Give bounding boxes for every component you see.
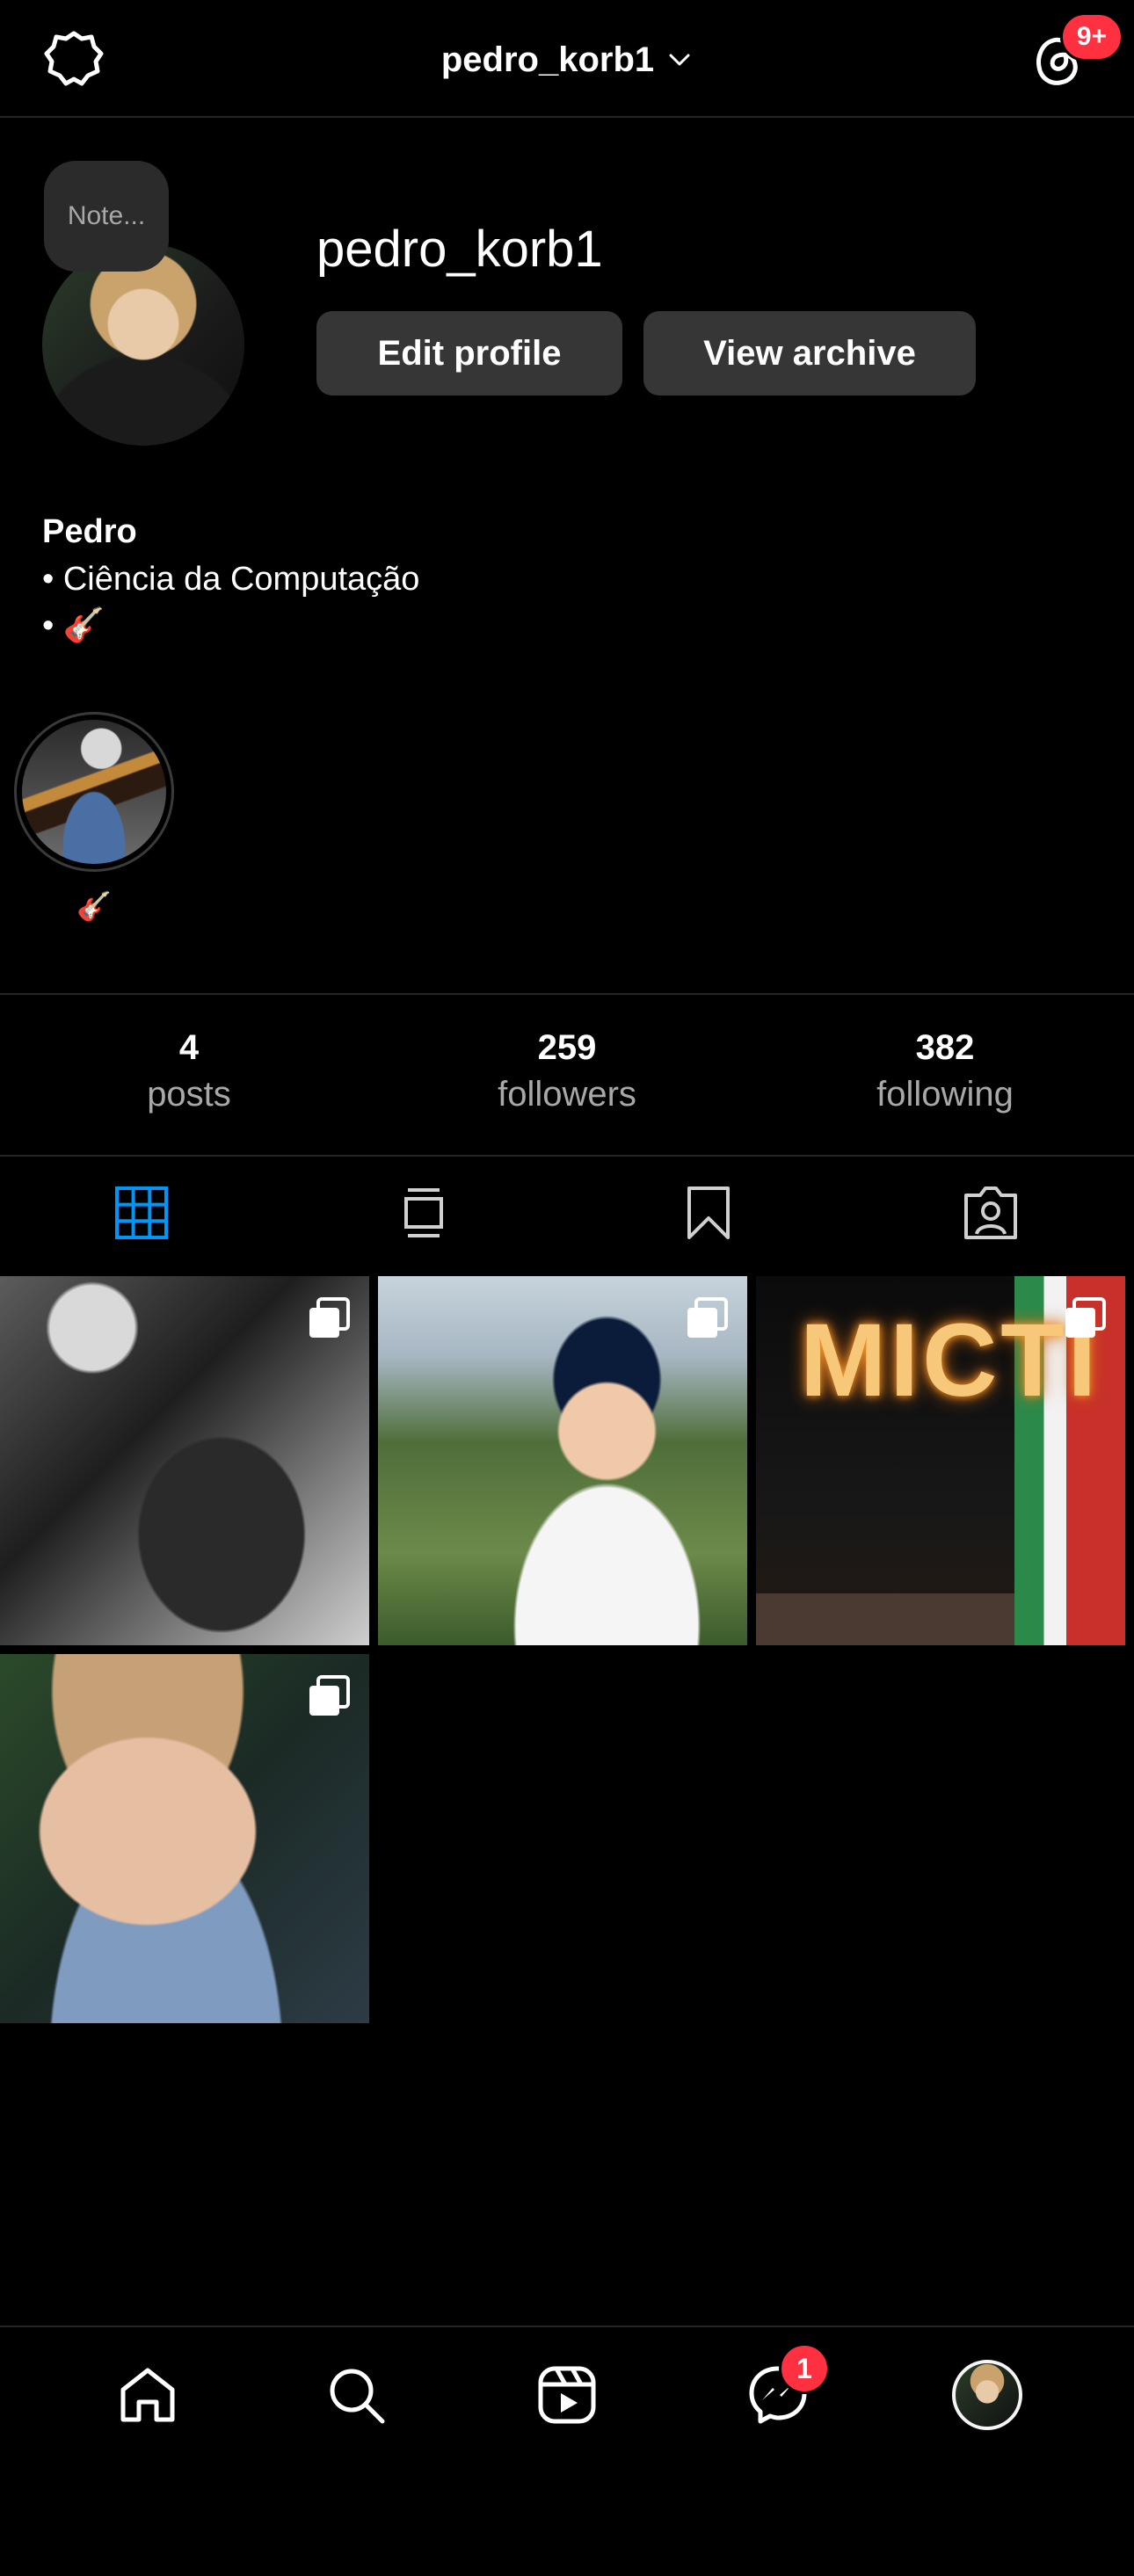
reels-icon	[535, 2363, 599, 2427]
highlight-cover-image	[22, 720, 166, 864]
tab-saved[interactable]	[673, 1178, 744, 1248]
account-title: pedro_korb1	[440, 40, 655, 79]
carousel-icon	[684, 1295, 730, 1341]
stat-label: following	[876, 1075, 1014, 1114]
home-icon	[116, 2363, 179, 2427]
tagged-icon	[961, 1185, 1021, 1241]
account-switcher[interactable]: pedro_korb1	[0, 33, 1134, 86]
divider	[0, 993, 1134, 995]
top-bar: pedro_korb1 9+	[0, 0, 1134, 118]
post-thumbnail[interactable]	[0, 1654, 369, 2023]
story-highlight[interactable]	[14, 712, 174, 872]
carousel-icon	[306, 1295, 352, 1341]
threads-badge: 9+	[1060, 12, 1123, 62]
nav-reels[interactable]	[527, 2355, 607, 2435]
nav-profile[interactable]	[948, 2355, 1027, 2435]
profile-avatar	[952, 2360, 1022, 2430]
reels-feed-icon	[397, 1185, 450, 1241]
profile-username: pedro_korb1	[316, 221, 603, 278]
stat-following[interactable]: 382 following	[813, 1028, 1077, 1114]
nav-search[interactable]	[316, 2355, 396, 2435]
stat-followers[interactable]: 259 followers	[435, 1028, 699, 1114]
stat-posts[interactable]: 4 posts	[57, 1028, 321, 1114]
profile-avatar[interactable]	[42, 243, 244, 446]
nav-home[interactable]	[108, 2355, 187, 2435]
carousel-icon	[306, 1673, 352, 1719]
view-archive-button[interactable]: View archive	[643, 311, 976, 395]
bookmark-icon	[682, 1185, 735, 1241]
divider	[0, 1155, 1134, 1157]
tab-tagged[interactable]	[956, 1178, 1026, 1248]
stat-label: followers	[498, 1075, 636, 1114]
grid-icon	[113, 1185, 170, 1241]
note-bubble[interactable]: Note...	[44, 161, 169, 272]
post-thumbnail[interactable]	[0, 1276, 369, 1645]
tab-feed[interactable]	[389, 1178, 459, 1248]
stat-label: posts	[147, 1075, 231, 1114]
bio-line: • Ciência da Computação	[42, 561, 420, 598]
stat-value: 382	[915, 1028, 975, 1067]
profile-page: pedro_korb1 9+ Note... pedro_korb1 Edit …	[0, 0, 1134, 2576]
chevron-down-icon	[666, 47, 693, 73]
post-thumbnail[interactable]: MICTI	[756, 1276, 1125, 1645]
messages-badge: 1	[779, 2343, 830, 2394]
stat-value: 4	[178, 1028, 200, 1067]
stat-value: 259	[537, 1028, 597, 1067]
post-thumbnail[interactable]	[378, 1276, 747, 1645]
tab-grid[interactable]	[106, 1178, 177, 1248]
post-sign-text: MICTI	[800, 1303, 1101, 1419]
edit-profile-button[interactable]: Edit profile	[316, 311, 622, 395]
bio-line: • 🎸	[42, 607, 105, 644]
highlight-label: 🎸	[76, 890, 112, 922]
bio-name: Pedro	[42, 513, 137, 550]
search-icon	[324, 2363, 388, 2427]
carousel-icon	[1062, 1295, 1108, 1341]
